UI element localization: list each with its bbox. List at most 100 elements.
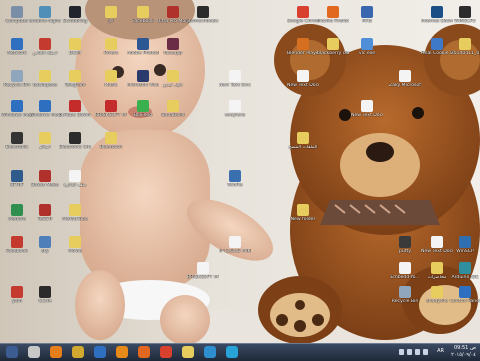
desktop-icon[interactable]: Rivers [98, 38, 124, 64]
desktop-icon[interactable]: الملفات المسح [289, 132, 317, 158]
desktop-icon[interactable]: WinSCP [452, 236, 478, 262]
desktop-icon[interactable]: Computer [4, 6, 30, 32]
desktop-icon[interactable]: New Text Document [287, 70, 319, 96]
desktop-icon[interactable]: اسلام [32, 132, 58, 158]
desktop-icon[interactable]: BRISKSOFT MTECHNI [187, 262, 219, 288]
taskbar-start-button[interactable] [6, 346, 18, 358]
desktop-icon-glyph [167, 38, 179, 50]
desktop-icon[interactable]: BFHIF [4, 170, 30, 196]
desktop-icon[interactable]: Ultra Pro Morph [157, 6, 189, 32]
desktop-icon[interactable]: MHz [354, 6, 380, 32]
taskbar-vlc-button[interactable] [50, 346, 62, 358]
desktop-icon[interactable]: اسئلة الخاص [32, 38, 58, 64]
desktop-icon-glyph [361, 38, 373, 50]
desktop-icon[interactable]: New Text Document [219, 70, 251, 96]
desktop-icon[interactable]: BRISKSOFT MTECHNI [95, 100, 127, 126]
desktop-icon[interactable]: Final Cookie Player [421, 38, 453, 64]
desktop-icon[interactable]: faceapp [160, 38, 186, 64]
desktop-icon[interactable]: New Text Document [421, 236, 453, 262]
desktop-icon[interactable]: shady.file [424, 286, 450, 312]
taskbar-folder-button[interactable] [182, 346, 194, 358]
desktop-icon[interactable]: دليل فيديو [160, 70, 186, 96]
desktop-icon[interactable]: Network [4, 38, 30, 64]
desktop-icon[interactable]: CCNA [32, 286, 58, 312]
desktop-icon[interactable]: Microsoft Visual Studio [127, 70, 159, 96]
desktop-icon[interactable]: New Text Document [351, 100, 383, 126]
tray-language[interactable]: AR [437, 348, 444, 354]
desktop-icon[interactable]: Facebook [130, 6, 156, 32]
desktop-icon[interactable]: Facebook [4, 236, 30, 262]
desktop-icon[interactable]: Movie [62, 236, 88, 262]
desktop-icon[interactable]: Control Panel [450, 286, 480, 312]
desktop-icon[interactable]: Boxxs Meka [31, 170, 59, 196]
desktop-icon[interactable]: ملف الدائرة [62, 170, 88, 196]
desktop-icon[interactable]: arduino-nightly [29, 6, 61, 32]
desktop-icon-glyph [137, 70, 149, 82]
desktop-icon-label: sky [41, 249, 49, 254]
desktop-icon[interactable]: Meditre [4, 204, 30, 230]
taskbar-ie-button[interactable] [94, 346, 106, 358]
desktop-icon[interactable]: Arduino IDE [451, 262, 479, 288]
desktop-icon[interactable]: putty [392, 236, 418, 262]
desktop-icon[interactable]: itsmechdeels [188, 6, 218, 32]
desktop-icon[interactable]: IP CLOUD MIKROTIK [219, 236, 251, 262]
desktop-icon[interactable]: محاضرات [424, 262, 450, 288]
desktop-icon[interactable]: DCIM [62, 38, 88, 64]
desktop-icon[interactable]: Mozilla Firefox [317, 6, 349, 32]
desktop-icon[interactable]: sky [32, 236, 58, 262]
desktop-icon[interactable]: Recycle Bin [392, 286, 418, 312]
taskbar-pdf-button[interactable] [28, 346, 40, 358]
desktop-icon[interactable]: saeyiexe [222, 100, 248, 126]
desktop-icon[interactable]: Bluetooth [98, 132, 124, 158]
desktop-icon[interactable]: Windows Media [29, 100, 61, 126]
desktop-icon-label: Ultra Pro Morph [157, 19, 189, 24]
network-icon[interactable] [423, 349, 428, 355]
tray-date[interactable]: ٢٠١٥/٠٩/٠٤ [451, 352, 476, 358]
arrow-up-icon[interactable] [399, 349, 404, 355]
desktop-icon[interactable]: Recycle Bin [4, 70, 30, 96]
desktop-icon[interactable]: MeYouTube [62, 204, 88, 230]
desktop-icon[interactable]: yam [4, 286, 30, 312]
desktop-icon[interactable]: WinPls [222, 170, 248, 196]
desktop-icon[interactable]: BluFeed [130, 100, 156, 126]
desktop-icon-glyph [459, 286, 471, 298]
volume-icon[interactable] [415, 349, 420, 355]
desktop-icon-glyph [69, 70, 81, 82]
desktop-icon[interactable]: BanaBuild [160, 100, 186, 126]
desktop-icon-glyph [229, 236, 241, 248]
desktop-icon[interactable]: Electronic [4, 132, 30, 158]
desktop-icon-glyph [105, 6, 117, 18]
desktop-icon[interactable]: Internet Download [421, 6, 453, 32]
desktop-icon[interactable]: Zaky Microsoft 2... [389, 70, 421, 96]
desktop-icon[interactable]: blackberry classic [317, 38, 349, 64]
taskbar-firefox-button[interactable] [138, 346, 150, 358]
flag-icon[interactable] [407, 349, 412, 355]
tray-time[interactable]: 09:51 ص [454, 345, 476, 351]
desktop-icon[interactable]: Adobe Photoshop CS [127, 38, 159, 64]
desktop-icon-glyph [167, 6, 179, 18]
desktop-icon-glyph [137, 100, 149, 112]
desktop-icon[interactable]: jsi [98, 6, 124, 32]
desktop-icon[interactable]: Google Chrome [287, 6, 319, 32]
desktop-icon[interactable]: backupsse [32, 70, 58, 96]
desktop-icon-glyph [431, 286, 443, 298]
desktop-icon[interactable]: TeSSTr [32, 204, 58, 230]
desktop-icon[interactable]: 20140411_0 [451, 38, 479, 64]
taskbar-chrome-button[interactable] [160, 346, 172, 358]
desktop-icon[interactable]: Music [98, 70, 124, 96]
taskbar-media-button[interactable] [204, 346, 216, 358]
desktop-icon[interactable]: vlc.exe [354, 38, 380, 64]
desktop-icon[interactable]: New folder [290, 204, 316, 230]
desktop-icon[interactable]: Blender Player [287, 38, 319, 64]
desktop-icon[interactable]: Electronic Circuits [59, 132, 91, 158]
desktop-icon[interactable]: Scrobbling [62, 6, 88, 32]
desktop-icon[interactable]: WINSCP5 [452, 6, 478, 32]
desktop-icon[interactable]: Embedd-Yo... [390, 262, 420, 288]
taskbar-torch-button[interactable] [72, 346, 84, 358]
taskbar-skype-button[interactable] [226, 346, 238, 358]
taskbar-media-player-button[interactable] [116, 346, 128, 358]
desktop-icon[interactable]: ouTube Download [59, 100, 91, 126]
desktop-icon-label: Telegram [64, 83, 86, 88]
desktop-icon[interactable]: Windows Media Studio [1, 100, 33, 126]
desktop-icon[interactable]: Telegram [62, 70, 88, 96]
